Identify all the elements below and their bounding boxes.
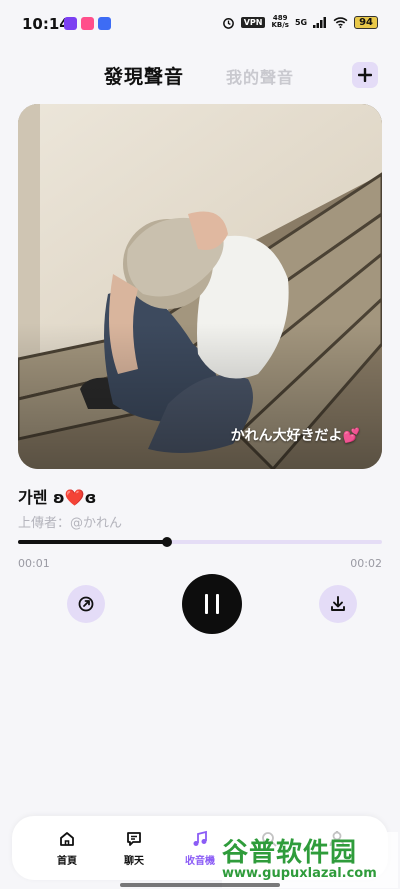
progress-slider[interactable] <box>18 537 382 547</box>
download-icon <box>331 596 345 611</box>
header: 發現聲音 我的聲音 <box>0 60 400 90</box>
home-icon <box>60 832 74 846</box>
status-bar: 10:14 VPN 489 KB/s 5G 94 <box>0 0 400 48</box>
chat-icon <box>127 832 141 846</box>
cover-caption: かれん大好きだよ💕 <box>230 428 360 444</box>
alarm-icon <box>222 17 234 29</box>
nav-radio[interactable]: 收音機 <box>175 830 225 867</box>
add-button[interactable] <box>352 62 378 88</box>
nav-home[interactable]: 首頁 <box>42 830 92 867</box>
share-button[interactable] <box>67 585 105 623</box>
net-speed-unit: KB/s <box>271 21 289 29</box>
cover-photo <box>18 104 382 469</box>
progress-fill <box>18 540 168 544</box>
total-time: 00:02 <box>350 557 382 570</box>
tab-discover-sounds[interactable]: 發現聲音 <box>104 62 184 89</box>
nav-chat[interactable]: 聊天 <box>109 830 159 867</box>
download-button[interactable] <box>319 585 357 623</box>
watermark: 谷普软件园 www.gupuxlazal.com <box>222 832 398 888</box>
share-icon <box>78 596 94 612</box>
music-note-icon <box>193 830 207 846</box>
current-time: 00:01 <box>18 557 50 570</box>
plus-icon <box>358 68 372 82</box>
uploader-label[interactable]: 上傳者：@かれん <box>18 512 122 531</box>
cover-image-card[interactable]: かれん大好きだよ💕 <box>18 104 382 469</box>
status-indicators: VPN 489 KB/s 5G 94 <box>222 15 378 29</box>
watermark-url: www.gupuxlazal.com <box>222 866 377 881</box>
pause-icon <box>216 594 219 614</box>
wifi-icon <box>333 16 348 28</box>
home-indicator[interactable] <box>120 883 280 887</box>
track-title: 가렌 ʚ❤️ɞ <box>18 488 97 507</box>
signal-label: 5G <box>294 17 308 27</box>
net-speed: 489 KB/s <box>271 15 288 29</box>
watermark-title: 谷普软件园 <box>222 838 358 868</box>
pause-icon <box>205 594 208 614</box>
signal-icon <box>313 16 327 28</box>
nav-home-label: 首頁 <box>57 856 77 867</box>
status-time: 10:14 <box>22 15 70 33</box>
nav-radio-label: 收音機 <box>185 856 215 867</box>
pause-button[interactable] <box>182 574 242 634</box>
battery-indicator: 94 <box>354 15 378 29</box>
nav-chat-label: 聊天 <box>124 856 144 867</box>
notification-icons <box>64 17 111 30</box>
app-notification-icon <box>98 17 111 30</box>
vpn-badge: VPN <box>240 16 266 28</box>
progress-knob[interactable] <box>162 537 173 547</box>
app-notification-icon <box>64 17 77 30</box>
tab-my-sounds[interactable]: 我的聲音 <box>226 64 294 88</box>
app-notification-icon <box>81 17 94 30</box>
